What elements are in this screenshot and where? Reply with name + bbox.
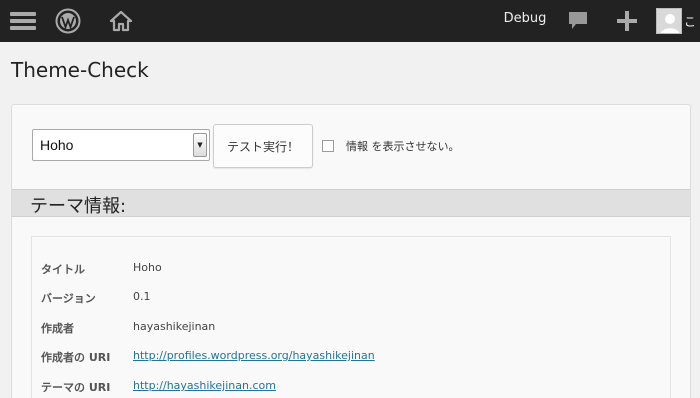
account-menu[interactable]: こ xyxy=(656,0,700,42)
account-name: こ xyxy=(684,14,697,29)
hide-info-checkbox[interactable] xyxy=(322,140,334,152)
admin-bar: Debug こ xyxy=(0,0,700,42)
info-value: 0.1 xyxy=(133,290,151,303)
info-row-theme-uri: テーマの URI http://hayashikejinan.com xyxy=(32,379,670,397)
page-title: Theme-Check xyxy=(11,58,149,82)
info-value: hayashikejinan xyxy=(133,320,216,333)
run-test-button[interactable]: テスト実行！ xyxy=(213,124,313,168)
avatar xyxy=(656,8,682,34)
theme-info-box: タイトル Hoho バージョン 0.1 作成者 hayashikejinan 作… xyxy=(31,236,671,398)
theme-uri-link[interactable]: http://hayashikejinan.com xyxy=(133,379,276,392)
info-label: バージョン xyxy=(41,292,96,305)
info-label: テーマの URI xyxy=(41,381,111,394)
author-uri-link[interactable]: http://profiles.wordpress.org/hayashikej… xyxy=(133,349,375,362)
info-label: 作成者の URI xyxy=(41,351,111,364)
debug-label: Debug xyxy=(503,10,547,26)
menu-icon[interactable] xyxy=(8,0,38,42)
info-label: 作成者 xyxy=(41,322,74,335)
info-row-author: 作成者 hayashikejinan xyxy=(32,320,670,338)
info-row-author-uri: 作成者の URI http://profiles.wordpress.org/h… xyxy=(32,349,670,367)
section-header: テーマ情報: xyxy=(12,189,690,217)
home-icon[interactable] xyxy=(107,0,135,42)
info-label: タイトル xyxy=(41,263,85,276)
hide-info-label: 情報 を表示させない。 xyxy=(346,140,460,153)
comment-icon[interactable] xyxy=(565,0,591,42)
section-title: テーマ情報: xyxy=(30,196,127,217)
info-row-version: バージョン 0.1 xyxy=(32,290,670,308)
theme-select-value: Hoho xyxy=(40,137,74,153)
debug-menu[interactable]: Debug xyxy=(500,0,550,39)
theme-check-panel: Hoho ▼ テスト実行！ 情報 を表示させない。 テーマ情報: タイトル Ho… xyxy=(11,104,691,398)
info-value: Hoho xyxy=(133,261,162,274)
chevron-down-icon[interactable]: ▼ xyxy=(193,133,207,157)
plus-icon[interactable] xyxy=(614,0,640,42)
wordpress-icon[interactable] xyxy=(53,0,83,42)
info-row-title: タイトル Hoho xyxy=(32,261,670,279)
theme-select[interactable]: Hoho ▼ xyxy=(32,129,210,161)
